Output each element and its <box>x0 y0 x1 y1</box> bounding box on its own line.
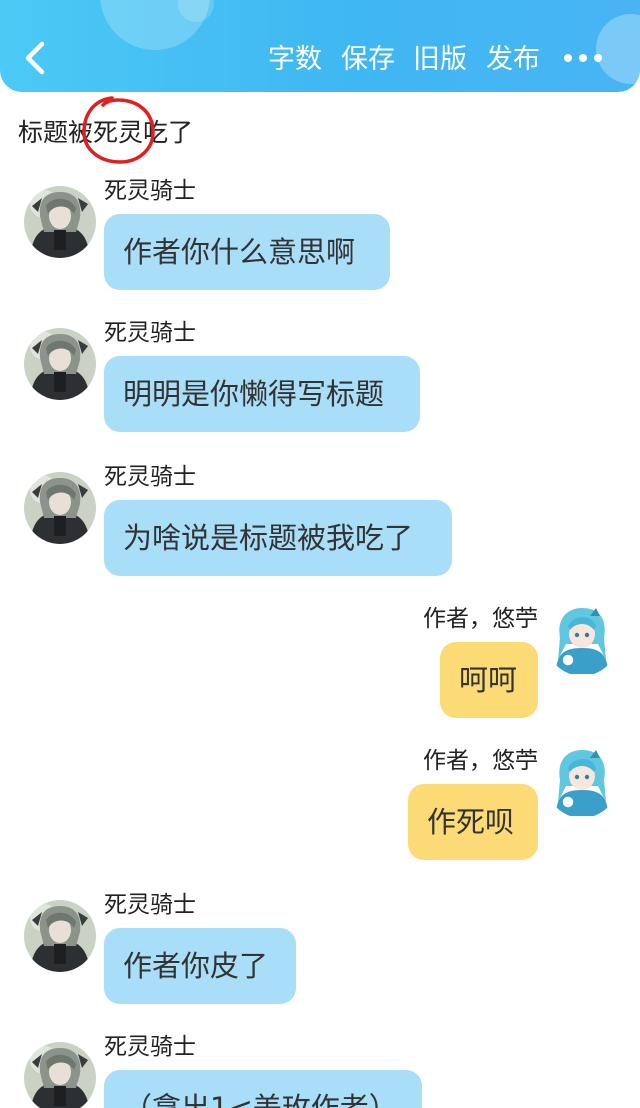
message-bubble[interactable]: 作死呗 <box>408 784 538 860</box>
avatar[interactable] <box>24 1042 96 1108</box>
top-bar: 字数 保存 旧版 发布 <box>0 0 640 92</box>
message-received: 死灵骑士 作者你皮了 <box>0 890 640 1010</box>
sender-name: 作者，悠苧 <box>423 748 538 774</box>
message-received: 死灵骑士明明是你懒得写标题 <box>0 318 640 438</box>
message-bubble[interactable]: 作者你什么意思啊 <box>104 214 390 290</box>
chat-editor-screen: 字数 保存 旧版 发布 标题被死灵吃了 死灵骑士 作者你什么意思啊 死灵骑士 明明是你… <box>0 0 640 1108</box>
message-sent: 作者，悠苧作死呗 <box>0 746 640 866</box>
sender-name: 死灵骑士 <box>104 1034 196 1060</box>
avatar[interactable] <box>24 900 96 972</box>
more-button[interactable] <box>558 40 608 80</box>
sender-name: 死灵骑士 <box>104 178 196 204</box>
sender-name: 死灵骑士 <box>104 892 196 918</box>
save-button[interactable]: 保存 <box>341 40 395 80</box>
avatar[interactable] <box>546 746 618 818</box>
message-received: 死灵骑士 （拿出1<美玫作者） <box>0 1032 640 1108</box>
message-bubble[interactable]: 明明是你懒得写标题 <box>104 356 420 432</box>
message-bubble[interactable]: 呵呵 <box>440 642 538 718</box>
avatar[interactable] <box>546 604 618 676</box>
avatar[interactable] <box>24 186 96 258</box>
old-version-button[interactable]: 旧版 <box>413 40 467 80</box>
sender-name: 死灵骑士 <box>104 320 196 346</box>
publish-button[interactable]: 发布 <box>486 40 540 80</box>
more-horizontal-icon <box>564 54 602 62</box>
sender-name: 作者，悠苧 <box>423 606 538 632</box>
avatar[interactable] <box>24 328 96 400</box>
message-bubble[interactable]: 作者你皮了 <box>104 928 296 1004</box>
message-received: 死灵骑士作者你什么意思啊 <box>0 176 640 296</box>
sender-name: 死灵骑士 <box>104 464 196 490</box>
red-circle-mark <box>82 96 155 164</box>
avatar[interactable] <box>24 472 96 544</box>
message-received: 死灵骑士为啥说是标题被我吃了 <box>0 462 640 582</box>
chevron-left-icon <box>25 41 45 75</box>
word-count-button[interactable]: 字数 <box>268 40 322 80</box>
back-button[interactable] <box>14 36 58 80</box>
message-bubble[interactable]: 为啥说是标题被我吃了 <box>104 500 452 576</box>
message-bubble[interactable]: （拿出1<美玫作者） <box>104 1070 422 1108</box>
message-sent: 作者，悠苧呵呵 <box>0 604 640 724</box>
